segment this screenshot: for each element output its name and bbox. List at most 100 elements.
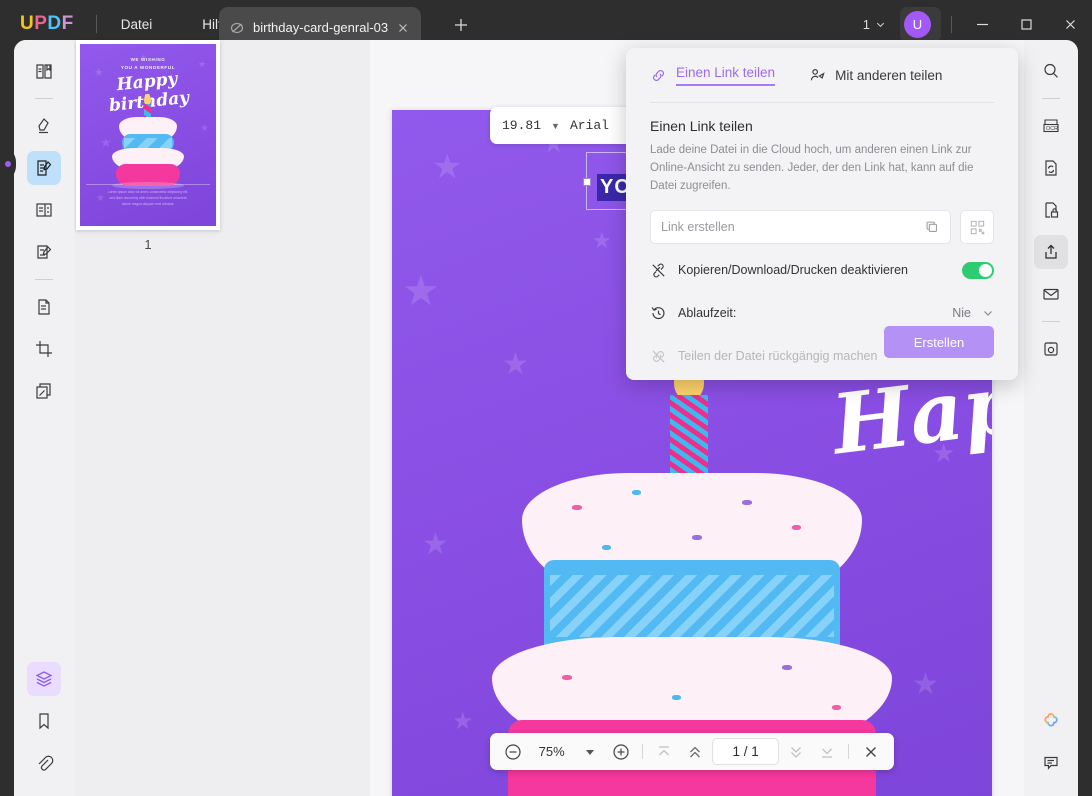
refresh-file-icon — [1041, 158, 1061, 178]
layers-icon — [34, 669, 54, 689]
sidebar-item-attachment[interactable] — [27, 746, 61, 780]
page-organize-icon — [34, 200, 54, 220]
share-popover: Einen Link teilen Mit anderen teilen Ein… — [626, 48, 1018, 380]
share-people-icon — [809, 67, 826, 84]
font-size-value[interactable]: 19.81 — [502, 118, 541, 133]
sidebar-item-batch[interactable] — [27, 374, 61, 408]
sidebar-item-email[interactable] — [1034, 277, 1068, 311]
first-page-button[interactable] — [651, 738, 678, 766]
envelope-icon — [1041, 284, 1061, 304]
share-tabs: Einen Link teilen Mit anderen teilen — [650, 48, 994, 102]
sidebar-item-annotate[interactable] — [27, 109, 61, 143]
zoom-level-value[interactable]: 75% — [531, 744, 573, 759]
tab-share-with-others[interactable]: Mit anderen teilen — [809, 48, 942, 102]
clock-history-icon — [650, 305, 667, 322]
avatar-wrapper[interactable]: U — [900, 6, 941, 42]
pager-divider-left — [642, 744, 643, 759]
window-controls-divider — [951, 15, 952, 33]
sidebar-item-comment[interactable] — [1034, 746, 1068, 780]
last-page-button[interactable] — [814, 738, 841, 766]
tab-share-link-label: Einen Link teilen — [676, 65, 776, 86]
sidebar-item-convert-right[interactable] — [1034, 151, 1068, 185]
file-slash-icon — [229, 20, 245, 36]
page-thumbnail-1[interactable]: ★ ★ ★ ★ ★ ★ WE WISHING YOU A WONDERFUL Ha… — [76, 40, 220, 230]
sidebar-item-bookmark[interactable] — [27, 704, 61, 738]
form-sign-icon — [34, 242, 54, 262]
ocr-icon: OCR — [1041, 116, 1061, 136]
expiry-chevron-down-icon[interactable] — [982, 307, 994, 319]
thumbnail-page-number: 1 — [144, 237, 152, 252]
tab-share-link[interactable]: Einen Link teilen — [650, 48, 776, 102]
highlighter-icon — [34, 116, 54, 136]
window-count-value: 1 — [862, 16, 870, 32]
expiry-label: Ablaufzeit: — [678, 306, 737, 321]
sidebar-item-ai[interactable] — [1034, 704, 1068, 738]
sidebar-item-search[interactable] — [1034, 54, 1068, 88]
broken-link-icon — [650, 348, 667, 365]
close-tab-icon[interactable] — [395, 20, 411, 36]
svg-text:OCR: OCR — [1046, 126, 1058, 132]
zoom-out-button[interactable] — [500, 738, 527, 766]
create-link-button[interactable]: Erstellen — [884, 326, 994, 358]
qr-code-button[interactable] — [960, 210, 994, 245]
close-pager-button[interactable] — [857, 738, 884, 766]
font-name-value[interactable]: Arial — [570, 118, 609, 133]
lock-file-icon — [1041, 200, 1061, 220]
sidebar-item-edit[interactable] — [27, 151, 61, 185]
cake-artwork — [492, 357, 892, 796]
sidebar-item-share[interactable] — [1034, 235, 1068, 269]
sidebar-item-crop[interactable] — [27, 332, 61, 366]
ai-flower-icon — [1040, 710, 1062, 732]
avatar[interactable]: U — [904, 10, 931, 38]
new-tab-button[interactable] — [450, 14, 472, 36]
sidebar-item-form[interactable] — [27, 235, 61, 269]
expiry-value[interactable]: Nie — [952, 306, 971, 320]
right-tool-rail: OCR — [1024, 40, 1078, 796]
convert-file-icon — [34, 297, 54, 317]
pager-divider-right — [848, 744, 850, 759]
next-page-button[interactable] — [783, 738, 810, 766]
edit-document-icon — [34, 158, 54, 178]
thumbnail-artwork: ★ ★ ★ ★ ★ ★ WE WISHING YOU A WONDERFUL Ha… — [80, 44, 216, 226]
share-link-input[interactable]: Link erstellen — [650, 210, 951, 245]
zoom-in-button[interactable] — [607, 738, 634, 766]
sidebar-item-layers[interactable] — [27, 662, 61, 696]
batch-pages-icon — [34, 381, 54, 401]
chevron-down-icon — [876, 22, 885, 27]
resize-handle[interactable] — [583, 178, 591, 186]
paperclip-icon — [34, 753, 54, 773]
sidebar-item-save[interactable] — [1034, 332, 1068, 366]
page-navigation-toolbar: 75% 1 / 1 — [490, 733, 894, 770]
page-number-input[interactable]: 1 / 1 — [712, 738, 780, 765]
share-link-row: Link erstellen — [650, 210, 994, 245]
sidebar-item-reader[interactable] — [27, 54, 61, 88]
share-section-title: Einen Link teilen — [650, 118, 753, 134]
link-icon — [650, 67, 667, 84]
zoom-preset-chevron-icon[interactable] — [577, 738, 604, 766]
book-reader-icon — [34, 61, 54, 81]
share-upload-icon — [1041, 242, 1061, 262]
right-rail-divider-2 — [1042, 321, 1060, 322]
titlebar-divider — [95, 15, 97, 33]
sidebar-item-protect[interactable] — [1034, 193, 1068, 227]
font-size-chevron-icon[interactable]: ▼ — [551, 121, 560, 131]
sidebar-item-ocr[interactable]: OCR — [1034, 109, 1068, 143]
sidebar-item-organize[interactable] — [27, 193, 61, 227]
no-copy-icon — [650, 262, 667, 279]
thumb-cake-art — [112, 94, 184, 189]
previous-page-button[interactable] — [682, 738, 709, 766]
left-tool-rail — [14, 40, 74, 796]
share-description: Lade deine Datei in die Cloud hoch, um a… — [650, 144, 974, 192]
disable-copy-toggle[interactable] — [962, 261, 994, 279]
window-count[interactable]: 1 — [863, 17, 886, 32]
menu-datei[interactable]: Datei — [107, 11, 167, 38]
bookmark-icon — [34, 711, 54, 731]
tab-share-with-others-label: Mit anderen teilen — [835, 67, 943, 83]
crop-icon — [34, 339, 54, 359]
copy-icon[interactable] — [924, 219, 940, 235]
disable-copy-label: Kopieren/Download/Drucken deaktivieren — [678, 263, 908, 278]
sidebar-item-convert[interactable] — [27, 290, 61, 324]
disable-copy-row[interactable]: Kopieren/Download/Drucken deaktivieren — [650, 253, 994, 287]
share-link-placeholder: Link erstellen — [661, 220, 735, 235]
share-tabs-rule — [650, 102, 994, 103]
